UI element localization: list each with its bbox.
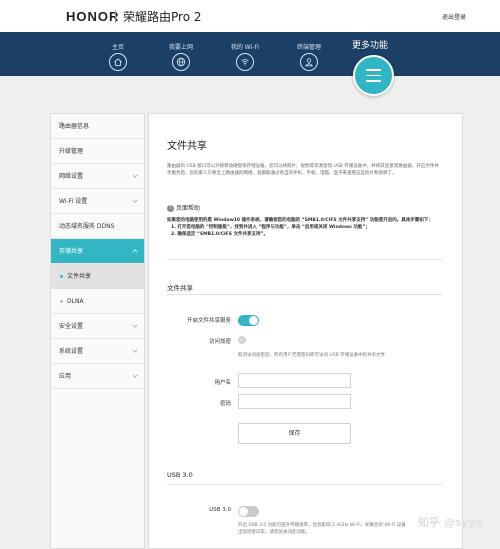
chevron-down-icon (132, 174, 138, 178)
enable-share-label: 开启文件共享服务 (186, 318, 231, 324)
sidebar-item-security[interactable]: 安全设置 (51, 314, 144, 339)
access-encrypt-label: 访问加密 (208, 339, 231, 345)
usb3-hint: 开启 USB 3.0 功能可提升传输速率，但会影响 2.4GHz Wi-Fi。如… (238, 523, 406, 535)
sidebar-item-storage-share[interactable]: 存储共享 (51, 239, 144, 264)
usb3-label: USB 3.0 (209, 507, 231, 513)
chevron-down-icon (132, 199, 138, 203)
menu-icon (366, 69, 381, 71)
bullet-dot (60, 275, 63, 278)
help-text: 如果您的电脑使用的是 Window10 操作系统，请确保您的电脑的 “SMB1.… (167, 218, 433, 237)
section-title-file-share: 文件共享 (167, 284, 193, 292)
nav-item-wifi[interactable]: 我的 Wi-Fi (215, 42, 275, 71)
nav-label: 我的 Wi-Fi (230, 44, 260, 51)
globe-icon (172, 53, 190, 71)
main-nav: 主页 我要上网 我的 Wi-Fi 终端管理 (0, 32, 500, 76)
file-share-toggle[interactable] (238, 315, 259, 326)
home-icon (109, 53, 127, 71)
product-model: 荣耀路由Pro 2 (123, 10, 202, 24)
divider (167, 294, 442, 295)
page-description: 路由器的 USB 接口可以外接移动硬盘等存储设备。您可以将照片、视频等资源放到 … (167, 164, 439, 176)
sidebar-item-system[interactable]: 系统设置 (51, 339, 144, 364)
divider (167, 259, 442, 260)
sidebar: 路由器信息 升级管理 网络设置 Wi-Fi 设置 动态域名服务 DDNS 存储共… (50, 113, 145, 549)
username-input[interactable] (238, 373, 351, 388)
nav-item-devices[interactable]: 终端管理 (279, 42, 339, 71)
chevron-down-icon (132, 374, 138, 378)
help-icon: ? (167, 205, 174, 212)
sidebar-item-apps[interactable]: 应用 (51, 364, 144, 389)
nav-item-home[interactable]: 主页 (88, 42, 148, 71)
logout-link[interactable]: 退出登录 (442, 12, 466, 21)
bullet-dot (60, 300, 63, 303)
username-label: 用户名 (214, 380, 231, 386)
nav-item-internet[interactable]: 我要上网 (151, 42, 211, 71)
sidebar-item-router-info[interactable]: 路由器信息 (51, 114, 144, 139)
divider (167, 484, 442, 485)
access-encrypt-hint: 取消访问加密后，所有用户无需密码即可访问 USB 存储设备中的共享文件 (238, 353, 386, 358)
sidebar-item-dlna[interactable]: DLNA (51, 289, 144, 314)
section-title-usb3: USB 3.0 (167, 471, 193, 479)
chevron-down-icon (132, 349, 138, 353)
wifi-icon (236, 53, 254, 71)
content-panel: 文件共享 路由器的 USB 接口可以外接移动硬盘等存储设备。您可以将照片、视频等… (148, 113, 463, 549)
sidebar-item-network[interactable]: 网络设置 (51, 164, 144, 189)
save-button[interactable]: 保存 (238, 423, 351, 444)
watermark-text: 知乎 @syys (418, 516, 483, 529)
usb3-toggle[interactable] (238, 506, 259, 517)
user-icon (300, 53, 318, 71)
password-input[interactable] (238, 394, 351, 409)
more-features-label: 更多功能 (352, 41, 389, 51)
sidebar-item-ddns[interactable]: 动态域名服务 DDNS (51, 214, 144, 239)
nav-label: 主页 (111, 44, 124, 51)
top-bar: HONOR 荣耀路由Pro 2 退出登录 (0, 0, 500, 32)
more-features-button[interactable] (353, 55, 394, 96)
nav-label: 终端管理 (296, 44, 321, 51)
help-header: ? 页面帮助 (167, 203, 200, 212)
sidebar-item-upgrade[interactable]: 升级管理 (51, 139, 144, 164)
sidebar-item-wifi[interactable]: Wi-Fi 设置 (51, 189, 144, 214)
sidebar-item-file-share[interactable]: 文件共享 (51, 264, 144, 289)
nav-label: 我要上网 (168, 44, 193, 51)
chevron-down-icon (132, 324, 138, 328)
page-title: 文件共享 (167, 141, 207, 152)
brand-divider (115, 10, 116, 23)
brand-logo: HONOR (66, 9, 120, 24)
password-label: 密码 (219, 401, 231, 407)
access-encrypt-checkbox[interactable]: ✓ (238, 336, 246, 344)
chevron-up-icon (132, 249, 138, 253)
